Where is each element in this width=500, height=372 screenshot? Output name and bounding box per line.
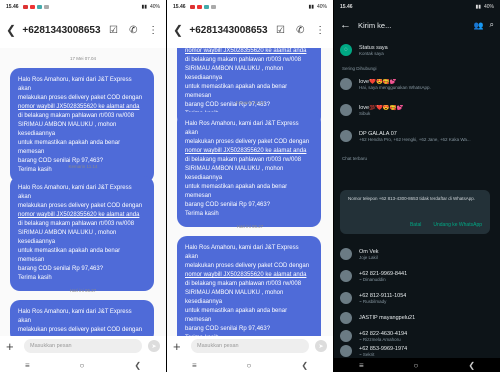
avatar bbox=[340, 345, 352, 357]
message-input[interactable]: Masukkan pesan bbox=[24, 339, 142, 353]
message-list[interactable]: Halo Ros Amahoru, kami dari J&T Express … bbox=[167, 48, 333, 338]
avatar bbox=[340, 78, 352, 90]
back-arrow-icon[interactable]: ← bbox=[340, 19, 352, 31]
status-time: 15.46 bbox=[173, 4, 186, 10]
status-sub: Kontak saya bbox=[359, 50, 384, 56]
message-bubble[interactable]: Halo Ros Amahoru, kami dari J&T Express … bbox=[177, 236, 321, 338]
signal-icon: ▮▮ bbox=[475, 4, 481, 10]
recent-chats-label: Chat terbaru bbox=[342, 156, 368, 161]
system-nav-bar: ≡ ○ ❮ bbox=[334, 358, 500, 372]
chat-header: ❮ +6281343008653 ☑ ✆ ⋮ bbox=[167, 16, 333, 44]
status-bar: 15.46 ▮▮ 40% bbox=[334, 0, 500, 14]
date-divider: Hari ini 06.27 bbox=[69, 288, 97, 293]
status-label: Status saya bbox=[359, 44, 388, 51]
search-icon[interactable]: ⌕ bbox=[490, 20, 494, 30]
send-icon[interactable]: ➤ bbox=[148, 340, 160, 352]
chat-screen-1: 15.46 ▮▮ 40% ❮ +6281343008653 ☑ ✆ ⋮ 17 Me… bbox=[0, 0, 166, 372]
select-checkbox-icon[interactable]: ☑ bbox=[274, 22, 288, 38]
back-nav-icon[interactable]: ❮ bbox=[134, 361, 141, 370]
back-arrow-icon[interactable]: ❮ bbox=[6, 23, 16, 37]
contact-row[interactable]: JASTIP mayangpelu21 bbox=[334, 308, 500, 328]
forward-screen: 15.46 ▮▮ 40% ← Kirim ke... 👥 ⌕ ◌ Status s… bbox=[334, 0, 500, 372]
message-bubble[interactable]: Halo Ros Amahoru, kami dari J&T Express … bbox=[10, 300, 154, 338]
signal-icon: ▮▮ bbox=[141, 4, 147, 10]
more-options-icon[interactable]: ⋮ bbox=[146, 22, 160, 38]
attach-plus-icon[interactable]: + bbox=[6, 339, 18, 354]
avatar bbox=[340, 292, 352, 304]
chat-screen-2: 15.46 ▮▮40% ❮ +6281343008653 ☑ ✆ ⋮ Halo … bbox=[167, 0, 333, 372]
status-bar: 15.46 ▮▮ 40% bbox=[0, 0, 166, 14]
recent-apps-icon[interactable]: ≡ bbox=[359, 361, 364, 370]
contact-row[interactable]: +62 822-4630-4194 ~ Rizzmela Amahoru bbox=[334, 326, 500, 346]
notification-icons bbox=[189, 5, 216, 9]
signal-icon: ▮▮ bbox=[308, 4, 314, 10]
select-checkbox-icon[interactable]: ☑ bbox=[107, 22, 121, 38]
recent-apps-icon[interactable]: ≡ bbox=[192, 361, 197, 370]
forward-title: Kirim ke... bbox=[358, 20, 392, 30]
more-options-icon[interactable]: ⋮ bbox=[313, 22, 327, 38]
group-icon[interactable]: 👥 bbox=[474, 21, 484, 30]
home-icon[interactable]: ○ bbox=[80, 361, 85, 370]
message-input[interactable]: Masukkan pesan bbox=[191, 339, 309, 353]
contact-row[interactable]: +62 853-9969-1974 ~ Sekrit bbox=[334, 344, 500, 358]
not-registered-dialog: Nomor telepon +62 813-4300-8653 tidak te… bbox=[340, 190, 490, 234]
contact-row[interactable]: DP GALALA 07 +62 Hendra Pro, +62 Hengki, … bbox=[334, 126, 500, 146]
message-bubble[interactable]: Halo Ros Amahoru, kami dari J&T Express … bbox=[10, 176, 154, 291]
avatar bbox=[340, 270, 352, 282]
avatar bbox=[340, 104, 352, 116]
cancel-button[interactable]: Batal bbox=[410, 222, 421, 228]
status-icon: ◌ bbox=[340, 44, 352, 56]
avatar bbox=[340, 312, 352, 324]
home-icon[interactable]: ○ bbox=[414, 361, 419, 370]
frequent-section-label: Sering Dihubungi bbox=[342, 66, 377, 71]
back-nav-icon[interactable]: ❮ bbox=[301, 361, 308, 370]
battery-level: 40% bbox=[483, 4, 494, 10]
call-icon[interactable]: ✆ bbox=[293, 22, 307, 38]
attach-plus-icon[interactable]: + bbox=[173, 339, 185, 354]
invite-button[interactable]: Undang ke WhatsApp bbox=[433, 222, 482, 228]
battery-level: 40% bbox=[149, 4, 160, 10]
date-divider: Kemarin 11.14 bbox=[235, 100, 265, 105]
contact-row[interactable]: love💯❤️😍🥰💕 Sibuk bbox=[334, 100, 500, 120]
back-arrow-icon[interactable]: ❮ bbox=[173, 23, 183, 37]
contact-row[interactable]: Om Vek Joje Lakil bbox=[334, 244, 500, 264]
contact-row[interactable]: love❤️😍🥰💕 Hai, saya menggunakan WhatsApp. bbox=[334, 74, 500, 94]
chat-header: ❮ +6281343008653 ☑ ✆ ⋮ bbox=[0, 16, 166, 44]
home-icon[interactable]: ○ bbox=[247, 361, 252, 370]
send-icon[interactable]: ➤ bbox=[315, 340, 327, 352]
compose-bar: + Masukkan pesan ➤ bbox=[0, 336, 166, 356]
date-divider: Hari ini 06.27 bbox=[236, 224, 264, 229]
contact-row[interactable]: +62 812-9111-1054 ~ Rusbilmady bbox=[334, 288, 500, 308]
compose-bar: + Masukkan pesan ➤ bbox=[167, 336, 333, 356]
battery-level: 40% bbox=[316, 4, 327, 10]
avatar bbox=[340, 130, 352, 142]
forward-header: ← Kirim ke... 👥 ⌕ bbox=[334, 14, 500, 36]
recent-apps-icon[interactable]: ≡ bbox=[25, 361, 30, 370]
contact-number[interactable]: +6281343008653 bbox=[22, 25, 100, 36]
status-row[interactable]: ◌ Status saya Kontak saya bbox=[334, 40, 500, 60]
avatar bbox=[340, 248, 352, 260]
contact-row[interactable]: +62 821-9969-8441 ~ Dinanuddin bbox=[334, 266, 500, 286]
status-bar: 15.46 ▮▮ 40% bbox=[167, 0, 333, 14]
message-list[interactable]: 17 Mei 07.04 Halo Ros Amahoru, kami dari… bbox=[0, 48, 166, 338]
call-icon[interactable]: ✆ bbox=[126, 22, 140, 38]
date-divider: Kemarin 11.14 bbox=[68, 164, 98, 169]
dialog-message: Nomor telepon +62 813-4300-8653 tidak te… bbox=[348, 196, 475, 201]
system-nav-bar: ≡ ○ ❮ bbox=[0, 358, 166, 372]
status-time: 15.46 bbox=[6, 4, 19, 10]
message-bubble[interactable]: Halo Ros Amahoru, kami dari J&T Express … bbox=[177, 112, 321, 227]
notification-icons bbox=[22, 5, 49, 9]
contact-number[interactable]: +6281343008653 bbox=[189, 25, 267, 36]
system-nav-bar: ≡ ○ ❮ bbox=[167, 358, 333, 372]
date-divider: 17 Mei 07.04 bbox=[69, 56, 97, 61]
status-time: 15.46 bbox=[340, 4, 353, 10]
avatar bbox=[340, 330, 352, 342]
back-nav-icon[interactable]: ❮ bbox=[468, 361, 475, 370]
